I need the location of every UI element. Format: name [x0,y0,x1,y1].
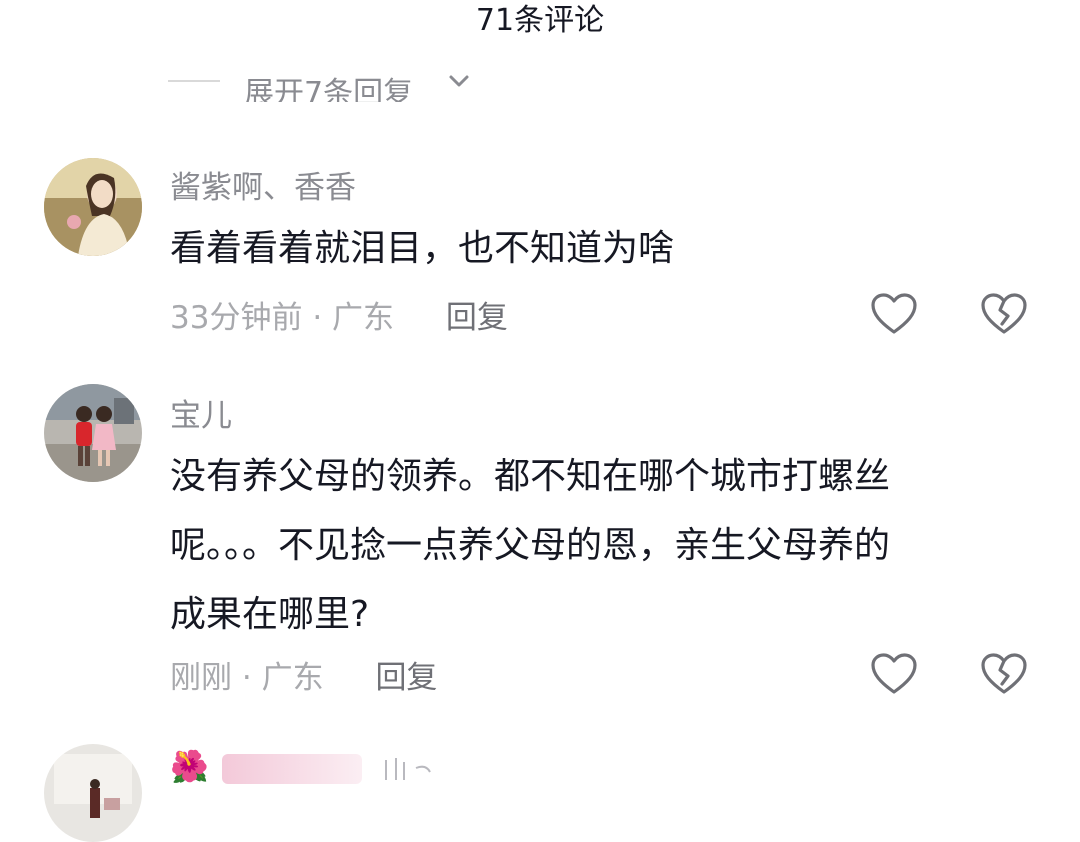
comment-meta: 刚刚 · 广东 回复 [170,652,437,697]
meta-separator: · [312,300,333,336]
avatar-image [44,384,142,482]
avatar-image [44,158,142,256]
comment-location: 广东 [261,660,324,696]
comment-text: 看着看着就泪目，也不知道为啥 [170,228,675,269]
comment-username[interactable]: 🌺 [170,748,442,785]
music-note-icon [372,754,442,784]
comment-location: 广东 [332,300,395,336]
heart-outline-icon[interactable] [870,652,918,696]
comment-username[interactable]: 宝儿 [170,390,232,435]
username-blurred [222,753,363,784]
meta-separator: · [241,660,262,696]
page-title: 71条评论 [475,3,605,38]
comment-time: 刚刚 [170,660,232,696]
comment-text-line: 没有养父母的领养。都不知在哪个城市打螺丝 [170,456,891,497]
reply-button[interactable]: 回复 [446,300,508,336]
comment-text-line: 成果在哪里? [170,594,370,635]
expand-replies-button[interactable]: 展开7条回复 [168,62,508,102]
avatar[interactable] [44,158,142,256]
heart-outline-icon[interactable] [870,292,918,336]
divider-line [168,80,220,82]
comment-text-line: 呢。。。不见捻一点养父母的恩，亲生父母养的 [170,525,891,566]
broken-heart-icon[interactable] [980,292,1028,336]
chevron-down-icon [449,75,469,87]
broken-heart-icon[interactable] [980,652,1028,696]
avatar[interactable] [44,744,142,842]
comment-username[interactable]: 酱紫啊、香香 [170,162,356,207]
comment-time: 33分钟前 [170,300,303,336]
username-emoji: 🌺 [170,749,209,785]
comment-text: 没有养父母的领养。都不知在哪个城市打螺丝 呢。。。不见捻一点养父母的恩，亲生父母… [170,442,1040,649]
expand-replies-label: 展开7条回复 [244,76,414,102]
avatar[interactable] [44,384,142,482]
comment-meta: 33分钟前 · 广东 回复 [170,292,508,337]
avatar-image [44,744,142,842]
reply-button[interactable]: 回复 [375,660,437,696]
